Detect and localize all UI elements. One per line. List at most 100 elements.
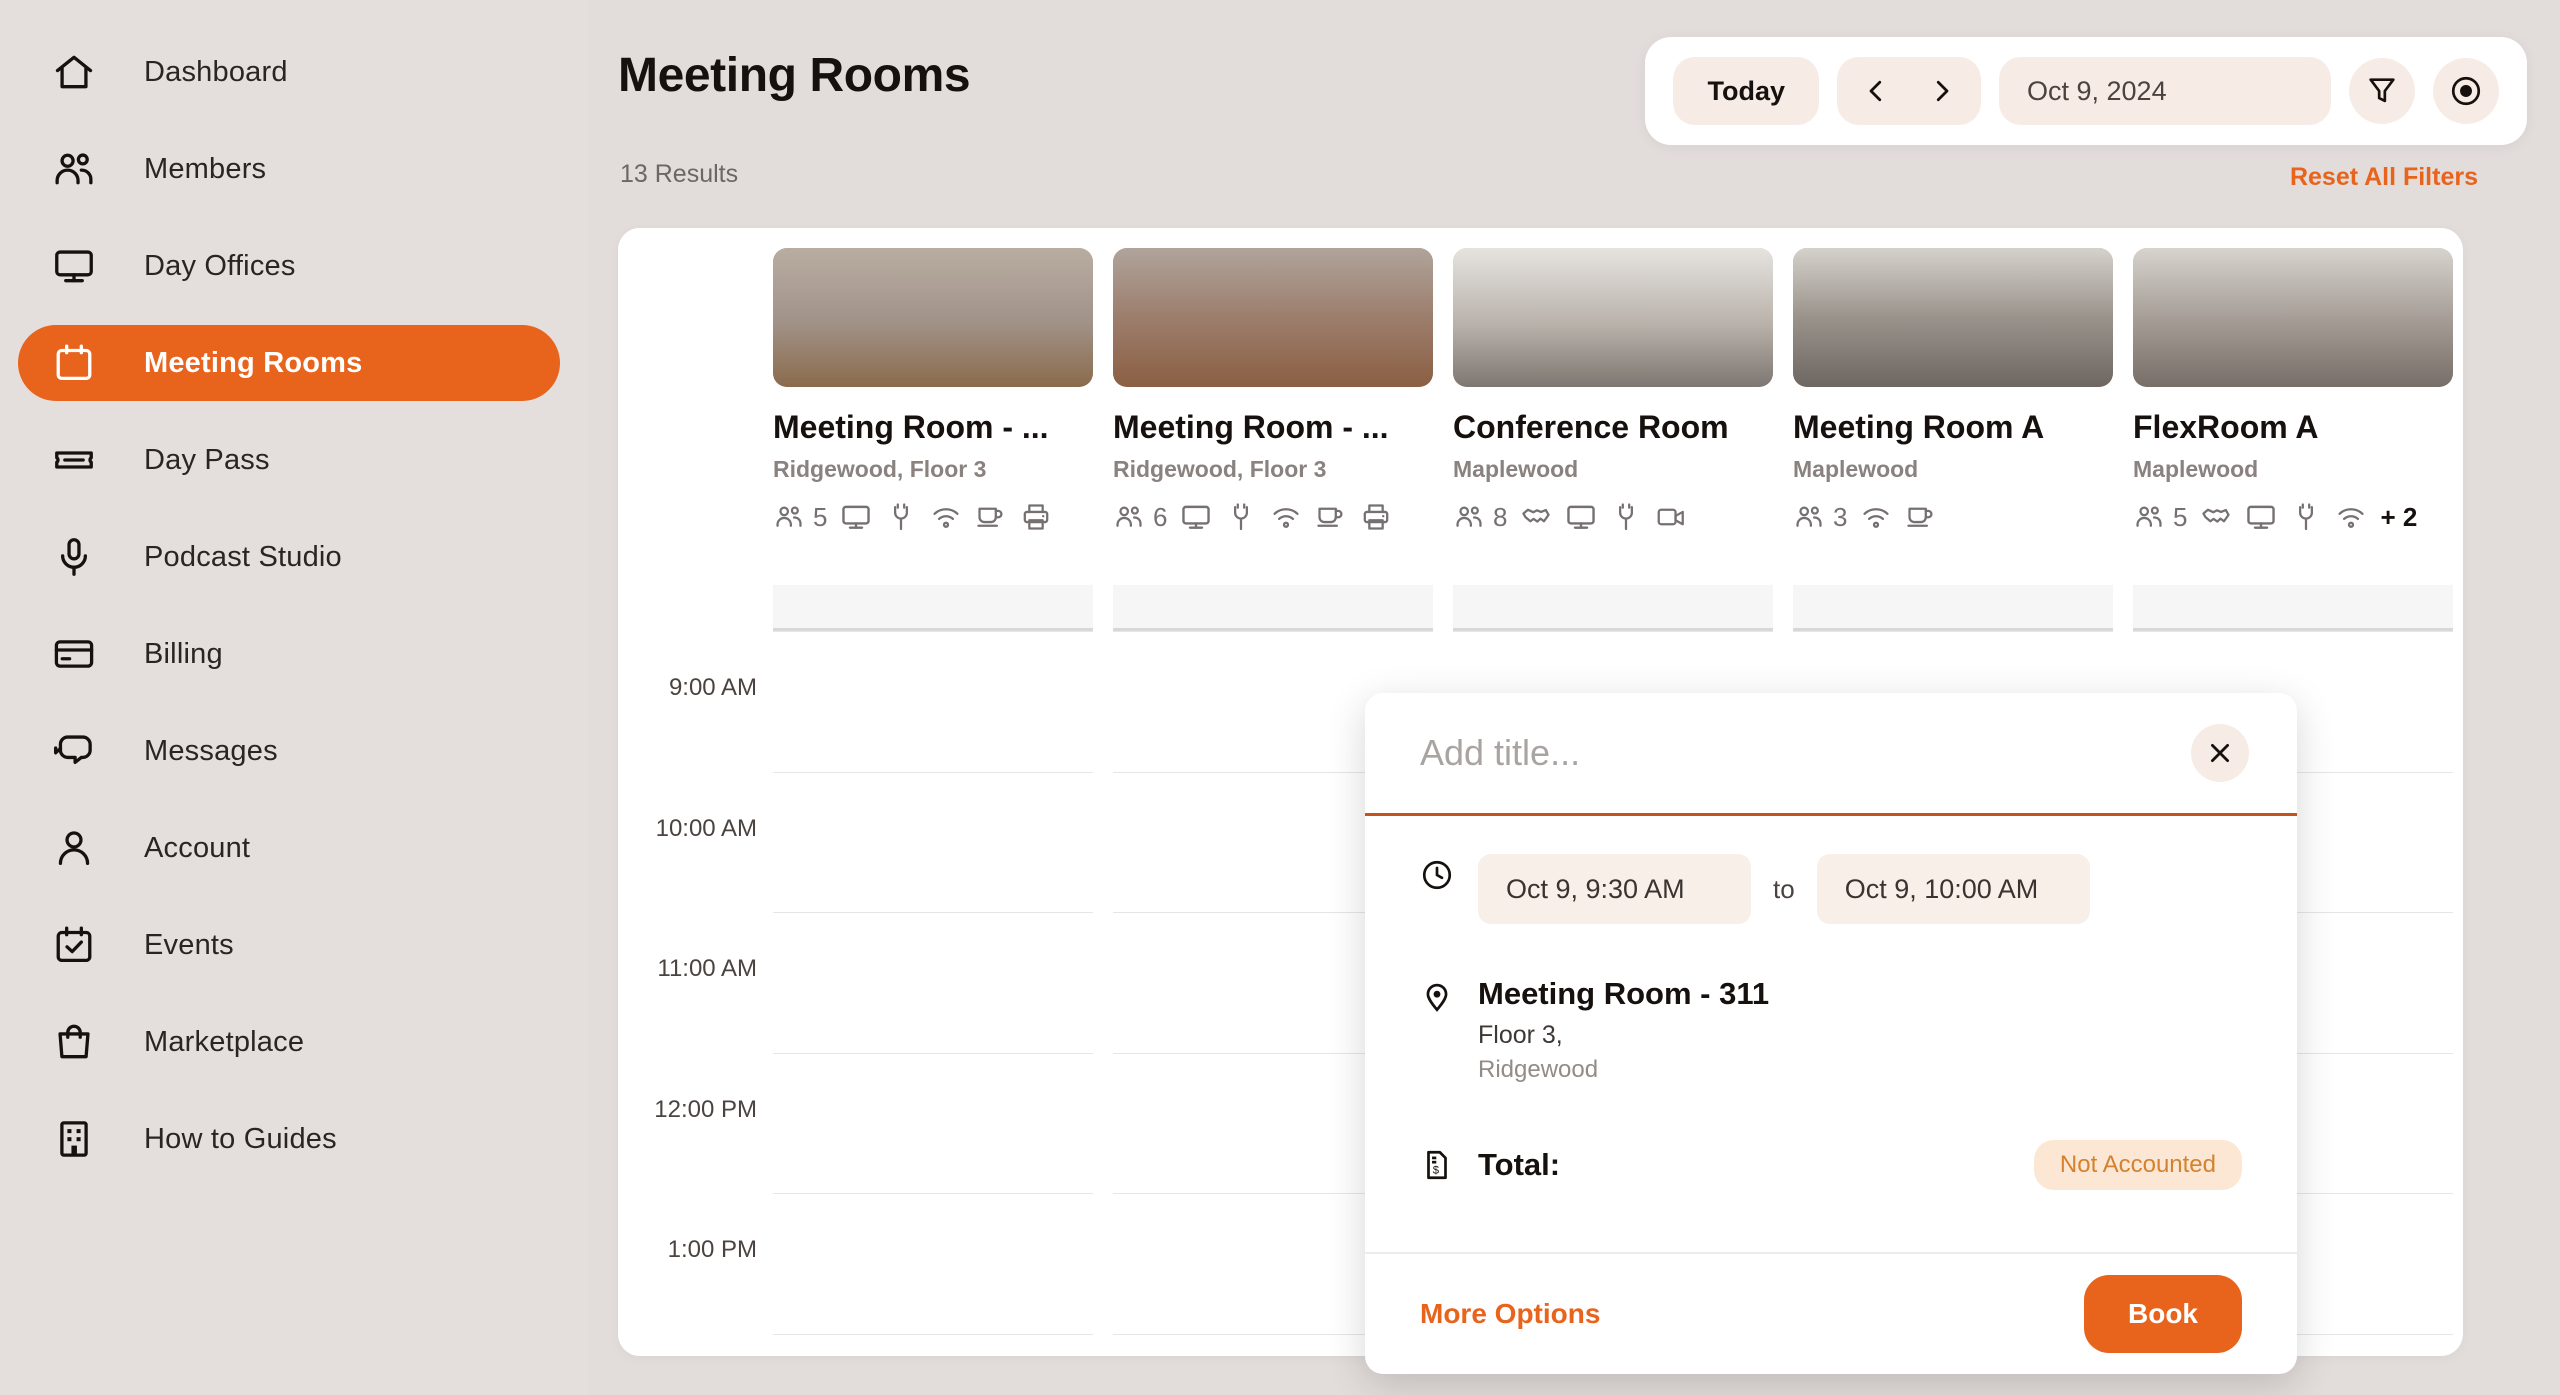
room-thumbnail[interactable] (2133, 248, 2453, 387)
sidebar-item-dashboard[interactable]: Dashboard (18, 34, 560, 110)
sidebar-item-how-to-guides[interactable]: How to Guides (18, 1101, 560, 1177)
hour-gridline (773, 1193, 1093, 1194)
sidebar-item-label: Account (144, 831, 251, 864)
capacity-icon (1793, 501, 1825, 533)
handshake-icon (1520, 501, 1552, 533)
reset-all-filters-link[interactable]: Reset All Filters (2290, 163, 2478, 192)
room-name[interactable]: Meeting Room - ... (1113, 409, 1433, 446)
room-location: Maplewood (1453, 456, 1579, 482)
sidebar-item-label: Day Offices (144, 249, 296, 282)
filter-icon (2369, 78, 2395, 103)
modal-header (1365, 693, 2297, 816)
results-count: 13 Results (620, 160, 739, 188)
room-thumbnail[interactable] (1113, 248, 1433, 387)
sidebar-item-account[interactable]: Account (18, 810, 560, 886)
time-label: 12:00 PM (654, 1095, 757, 1123)
room-amenities: 5 + 2 (2133, 499, 2453, 535)
location-details: Meeting Room - 311 Floor 3, Ridgewood (1478, 976, 1769, 1084)
room-name[interactable]: FlexRoom A (2133, 409, 2453, 446)
monitor-icon (1180, 501, 1212, 533)
room-capacity: 3 (1833, 501, 1848, 532)
bag-icon (46, 1018, 102, 1066)
sidebar-item-label: Meeting Rooms (144, 346, 363, 379)
time-label: 10:00 AM (655, 814, 757, 842)
chevron-right-icon (1936, 80, 1949, 102)
sidebar-item-label: Billing (144, 637, 223, 670)
page-title: Meeting Rooms (618, 49, 971, 102)
calendar-icon (46, 339, 102, 387)
date-input[interactable]: Oct 9, 2024 (1999, 57, 2331, 125)
room-thumbnail[interactable] (773, 248, 1093, 387)
sidebar-item-day-offices[interactable]: Day Offices (18, 228, 560, 304)
building-icon (46, 1115, 102, 1163)
chevron-left-icon (1869, 80, 1882, 102)
sidebar-item-label: Events (144, 928, 234, 961)
plug-icon (1225, 501, 1257, 533)
hour-gridline (1453, 631, 1773, 632)
room-thumbnail[interactable] (1453, 248, 1773, 387)
start-time-field[interactable]: Oct 9, 9:30 AM (1478, 854, 1751, 924)
invoice-icon: $ (1427, 1150, 1447, 1179)
location-row: Meeting Room - 311 Floor 3, Ridgewood (1420, 976, 2242, 1084)
book-button[interactable]: Book (2084, 1275, 2242, 1353)
room-amenities: 5 (773, 499, 1093, 535)
prev-day-button[interactable] (1847, 62, 1905, 120)
clock-icon-wrap (1420, 854, 1478, 897)
sidebar-item-messages[interactable]: Messages (18, 713, 560, 789)
sidebar-item-podcast-studio[interactable]: Podcast Studio (18, 519, 560, 595)
room-location: Ridgewood, Floor 3 (773, 456, 987, 482)
handshake-icon (2200, 501, 2232, 533)
room-photo (1113, 248, 1433, 387)
sidebar-item-day-pass[interactable]: Day Pass (18, 422, 560, 498)
room-thumbnail[interactable] (1793, 248, 2113, 387)
sidebar-item-members[interactable]: Members (18, 131, 560, 207)
sidebar-item-label: Members (144, 152, 267, 185)
date-toolbar: Today Oct 9, 2024 (1645, 37, 2527, 145)
monitor-icon (46, 242, 102, 290)
unavailable-block (1113, 585, 1433, 631)
wifi-icon (1860, 501, 1892, 533)
room-capacity: 8 (1493, 501, 1508, 532)
invoice-icon-wrap: $ (1420, 1144, 1478, 1187)
time-gutter: 9:00 AM10:00 AM11:00 AM12:00 PM1:00 PM2:… (618, 228, 773, 1356)
room-name[interactable]: Meeting Room - ... (773, 409, 1093, 446)
video-icon (1655, 501, 1687, 533)
filter-button[interactable] (2349, 58, 2415, 124)
next-day-button[interactable] (1913, 62, 1971, 120)
room-location: Maplewood (1793, 456, 1919, 482)
home-icon (46, 48, 102, 96)
room-name[interactable]: Conference Room (1453, 409, 1773, 446)
time-label: 11:00 AM (657, 955, 757, 982)
sidebar-item-events[interactable]: Events (18, 907, 560, 983)
unavailable-block (773, 585, 1093, 631)
visibility-button[interactable] (2433, 58, 2499, 124)
plug-icon (885, 501, 917, 533)
hour-gridline (1793, 631, 2113, 632)
more-options-link[interactable]: More Options (1420, 1298, 1600, 1330)
room-photo (1793, 248, 2113, 387)
time-label: 9:00 AM (668, 674, 757, 701)
room-time-track[interactable] (773, 585, 1093, 1356)
plug-icon (1610, 501, 1642, 533)
plug-icon (2290, 501, 2322, 533)
today-button[interactable]: Today (1673, 57, 1819, 125)
ticket-icon (46, 436, 102, 484)
chat-icon (46, 727, 102, 775)
event-title-input[interactable] (1365, 693, 2297, 813)
unavailable-block (1453, 585, 1773, 631)
sidebar-item-marketplace[interactable]: Marketplace (18, 1004, 560, 1080)
sidebar-item-meeting-rooms[interactable]: Meeting Rooms (18, 325, 560, 401)
end-time-field[interactable]: Oct 9, 10:00 AM (1816, 854, 2090, 924)
booked-room-name: Meeting Room - 311 (1478, 976, 1770, 1011)
room-amenities: 8 (1453, 499, 1773, 535)
room-name[interactable]: Meeting Room A (1793, 409, 2113, 446)
hour-gridline (773, 912, 1093, 913)
total-label: Total: (1478, 1147, 1561, 1182)
wifi-icon (930, 501, 962, 533)
eye-icon (2451, 76, 2481, 106)
sidebar-item-billing[interactable]: Billing (18, 616, 560, 692)
close-modal-button[interactable] (2191, 724, 2249, 782)
time-label: 1:00 PM (667, 1236, 757, 1263)
unavailable-block (2133, 585, 2453, 631)
coffee-icon (1905, 501, 1937, 533)
